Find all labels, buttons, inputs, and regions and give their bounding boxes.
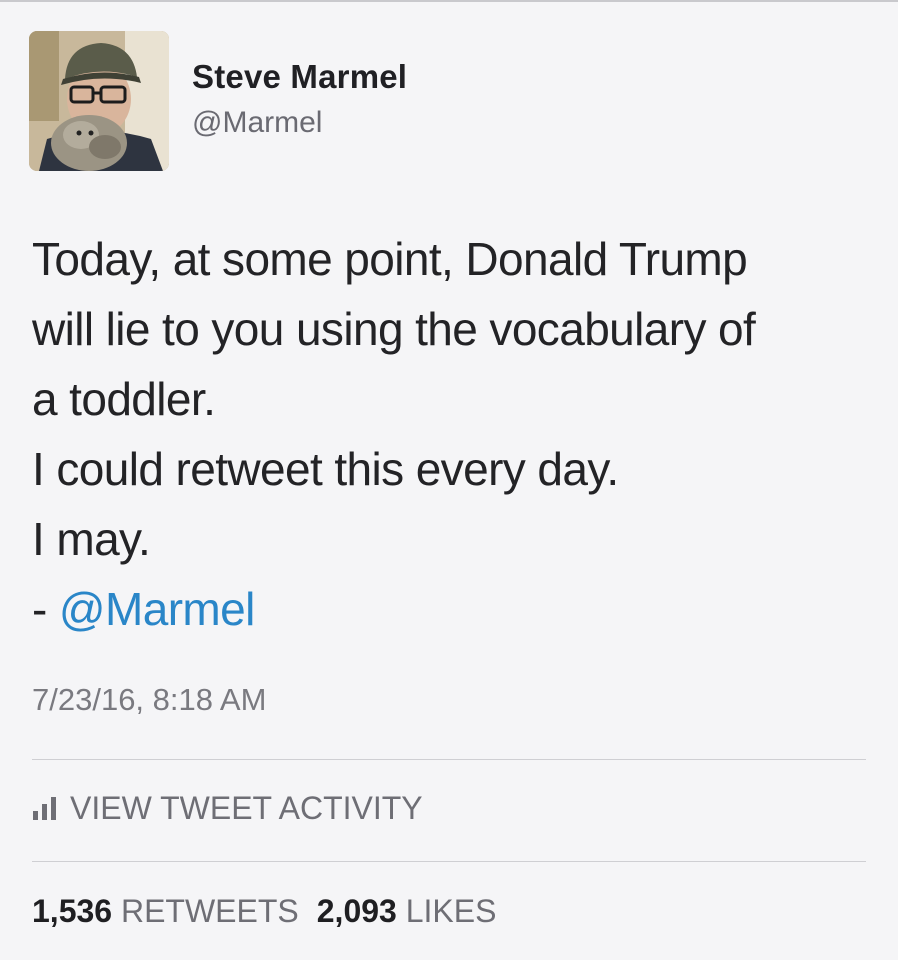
avatar[interactable]: [29, 31, 169, 171]
tweet-line: a toddler.: [32, 373, 216, 425]
mention-link[interactable]: @Marmel: [59, 583, 255, 635]
likes-stat[interactable]: 2,093 LIKES: [317, 893, 497, 929]
tweet-line: I could retweet this every day.: [32, 443, 619, 495]
divider: [32, 861, 866, 862]
retweets-label: RETWEETS: [120, 893, 299, 929]
author-display-name[interactable]: Steve Marmel: [192, 58, 407, 96]
tweet-line: I may.: [32, 513, 151, 565]
likes-count: 2,093: [316, 893, 397, 929]
bar-chart-icon: [32, 796, 58, 820]
tweet-line: Today, at some point, Donald Trump: [32, 233, 748, 285]
author-handle[interactable]: @Marmel: [192, 106, 322, 140]
divider: [32, 759, 866, 760]
retweets-count: 1,536: [32, 893, 113, 929]
tweet-stats: 1,536 RETWEETS 2,093 LIKES: [32, 893, 496, 930]
view-tweet-activity-label: VIEW TWEET ACTIVITY: [70, 789, 423, 826]
tweet-text: Today, at some point, Donald Trump will …: [32, 224, 882, 644]
tweet-signature: - @Marmel: [32, 574, 882, 644]
signature-prefix: -: [32, 583, 59, 635]
tweet-timestamp: 7/23/16, 8:18 AM: [32, 682, 267, 717]
view-tweet-activity-button[interactable]: VIEW TWEET ACTIVITY: [32, 786, 423, 830]
retweets-stat[interactable]: 1,536 RETWEETS: [32, 893, 299, 929]
tweet-line: will lie to you using the vocabulary of: [32, 303, 756, 355]
top-divider: [0, 0, 898, 2]
avatar-photo: [29, 31, 169, 171]
likes-label: LIKES: [405, 893, 497, 929]
